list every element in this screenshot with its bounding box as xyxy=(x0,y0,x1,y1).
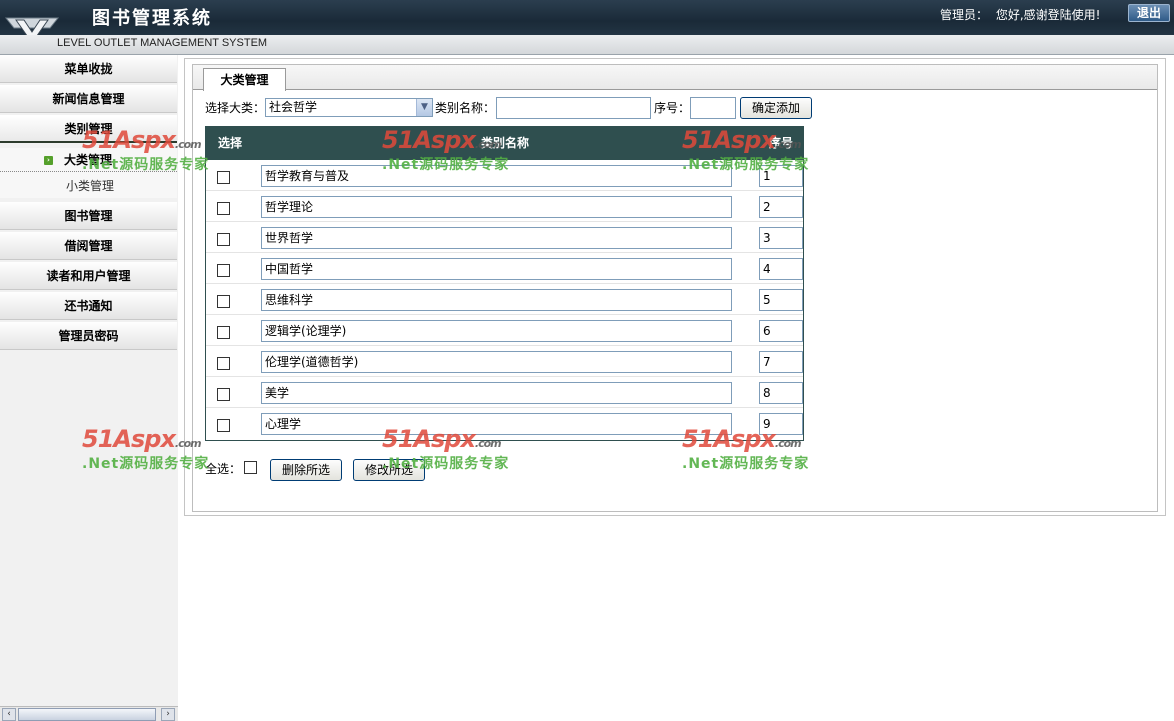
sidebar-horizontal-scrollbar[interactable]: ‹ › xyxy=(0,706,178,721)
header-select: 选择 xyxy=(218,136,243,150)
row-order-input[interactable]: 7 xyxy=(759,351,803,373)
table-row: 思维科学 5 xyxy=(206,284,803,315)
table-row: 心理学 9 xyxy=(206,408,803,439)
sidebar-item-admin-password[interactable]: 管理员密码 xyxy=(0,322,177,350)
row-checkbox[interactable] xyxy=(217,202,230,215)
category-table: 选择 类别名称 序号 哲学教育与普及 1 哲学理论 2 世界哲学 3 中国哲学 … xyxy=(205,126,804,441)
row-order-input[interactable]: 6 xyxy=(759,320,803,342)
admin-label: 管理员： xyxy=(940,8,989,22)
table-row: 哲学理论 2 xyxy=(206,191,803,222)
delete-selected-button[interactable]: 删除所选 xyxy=(270,459,342,481)
order-label: 序号： xyxy=(654,101,691,115)
row-checkbox[interactable] xyxy=(217,295,230,308)
app-title: 图书管理系统 xyxy=(92,8,212,29)
sidebar-item-borrow[interactable]: 借阅管理 xyxy=(0,232,177,260)
row-name-input[interactable]: 中国哲学 xyxy=(261,258,732,280)
add-button[interactable]: 确定添加 xyxy=(740,97,812,119)
submenu-item-minor-category[interactable]: 小类管理 xyxy=(0,174,177,198)
row-order-input[interactable]: 9 xyxy=(759,413,803,435)
row-checkbox[interactable] xyxy=(217,419,230,432)
table-row: 逻辑学(论理学) 6 xyxy=(206,315,803,346)
tab-strip xyxy=(193,65,1157,90)
row-checkbox[interactable] xyxy=(217,264,230,277)
arrow-right-icon: › xyxy=(44,156,53,165)
order-input[interactable] xyxy=(690,97,736,119)
chevron-down-icon[interactable]: ▼ xyxy=(416,99,432,116)
select-all-label: 全选： xyxy=(205,462,242,476)
sidebar: 菜单收拢 新闻信息管理 类别管理 › 大类管理 小类管理 图书管理 借阅管理 读… xyxy=(0,55,178,721)
row-checkbox[interactable] xyxy=(217,357,230,370)
row-order-input[interactable]: 5 xyxy=(759,289,803,311)
sidebar-item-collapse-menu[interactable]: 菜单收拢 xyxy=(0,55,177,83)
table-row: 美学 8 xyxy=(206,377,803,408)
scrollbar-thumb[interactable] xyxy=(18,708,156,721)
row-name-input[interactable]: 心理学 xyxy=(261,413,732,435)
row-name-input[interactable]: 逻辑学(论理学) xyxy=(261,320,732,342)
category-name-input[interactable] xyxy=(496,97,651,119)
header-category-name: 类别名称 xyxy=(481,136,530,150)
row-order-input[interactable]: 8 xyxy=(759,382,803,404)
table-row: 世界哲学 3 xyxy=(206,222,803,253)
row-order-input[interactable]: 1 xyxy=(759,165,803,187)
table-header: 选择 类别名称 序号 xyxy=(206,127,803,160)
exit-button[interactable]: 退出 xyxy=(1128,4,1170,22)
row-name-input[interactable]: 伦理学(道德哲学) xyxy=(261,351,732,373)
row-order-input[interactable]: 3 xyxy=(759,227,803,249)
sidebar-item-books[interactable]: 图书管理 xyxy=(0,202,177,230)
admin-greeting: 管理员： 您好,感谢登陆使用! xyxy=(940,6,1100,23)
table-row: 哲学教育与普及 1 xyxy=(206,160,803,191)
select-category-label: 选择大类： xyxy=(205,101,266,115)
row-order-input[interactable]: 2 xyxy=(759,196,803,218)
system-subtitle: LEVEL OUTLET MANAGEMENT SYSTEM xyxy=(57,37,268,49)
sidebar-item-news[interactable]: 新闻信息管理 xyxy=(0,85,177,113)
category-select[interactable]: 社会哲学 ▼ xyxy=(265,98,433,117)
tab-major-category[interactable]: 大类管理 xyxy=(203,68,286,91)
row-checkbox[interactable] xyxy=(217,388,230,401)
header-order: 序号 xyxy=(769,136,794,150)
table-row: 中国哲学 4 xyxy=(206,253,803,284)
table-row: 伦理学(道德哲学) 7 xyxy=(206,346,803,377)
row-name-input[interactable]: 哲学理论 xyxy=(261,196,732,218)
category-select-value: 社会哲学 xyxy=(269,100,318,114)
category-submenu: › 大类管理 小类管理 xyxy=(0,148,177,198)
sidebar-item-return-notice[interactable]: 还书通知 xyxy=(0,292,177,320)
row-name-input[interactable]: 思维科学 xyxy=(261,289,732,311)
sidebar-item-category[interactable]: 类别管理 xyxy=(0,115,177,143)
row-checkbox[interactable] xyxy=(217,326,230,339)
row-order-input[interactable]: 4 xyxy=(759,258,803,280)
select-all-checkbox[interactable] xyxy=(244,461,257,474)
row-name-input[interactable]: 世界哲学 xyxy=(261,227,732,249)
submenu-label: 大类管理 xyxy=(64,153,113,167)
row-name-input[interactable]: 美学 xyxy=(261,382,732,404)
submenu-item-major-category[interactable]: › 大类管理 xyxy=(0,148,177,172)
row-name-input[interactable]: 哲学教育与普及 xyxy=(261,165,732,187)
modify-selected-button[interactable]: 修改所选 xyxy=(353,459,425,481)
row-checkbox[interactable] xyxy=(217,171,230,184)
sidebar-item-readers-users[interactable]: 读者和用户管理 xyxy=(0,262,177,290)
greeting-text: 您好,感谢登陆使用! xyxy=(995,8,1101,22)
category-name-label: 类别名称： xyxy=(435,101,496,115)
row-checkbox[interactable] xyxy=(217,233,230,246)
scroll-left-icon[interactable]: ‹ xyxy=(2,708,16,721)
scroll-right-icon[interactable]: › xyxy=(161,708,175,721)
